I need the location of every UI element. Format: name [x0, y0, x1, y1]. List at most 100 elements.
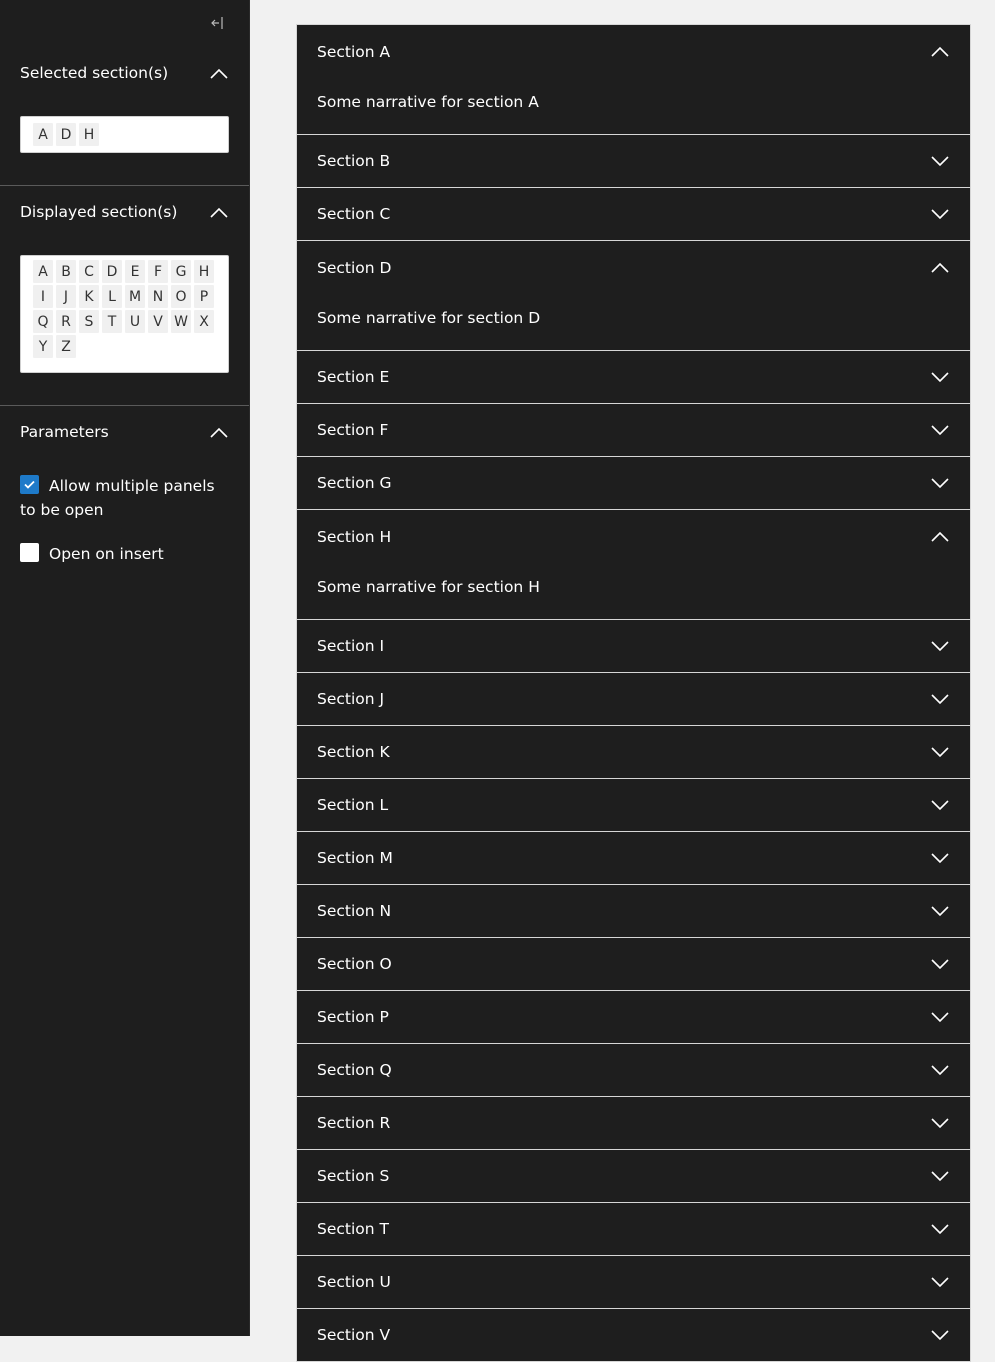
section-tag[interactable]: Z — [56, 335, 76, 358]
section-tag[interactable]: U — [125, 310, 145, 333]
chevron-down-icon — [930, 848, 950, 868]
accordion-panel-header[interactable]: Section U — [297, 1256, 970, 1308]
accordion-panel-header[interactable]: Section L — [297, 779, 970, 831]
section-tag[interactable]: D — [56, 123, 76, 146]
displayed-sections-input[interactable]: ABCDEFGH IJKLMNOP QRSTUVWX YZ — [20, 255, 229, 373]
accordion-panel: Section T — [297, 1203, 970, 1256]
accordion-panel-header[interactable]: Section M — [297, 832, 970, 884]
collapse-left-icon — [210, 15, 224, 34]
accordion-panel-title: Section P — [317, 1008, 389, 1026]
section-tag[interactable]: R — [56, 310, 76, 333]
accordion-panel: Section C — [297, 188, 970, 241]
section-tag[interactable]: E — [125, 260, 145, 283]
sidebar: Selected section(s) ADH Displayed sectio… — [0, 0, 250, 1336]
section-tag[interactable]: V — [148, 310, 168, 333]
section-tag[interactable]: K — [79, 285, 99, 308]
accordion-panel-header[interactable]: Section T — [297, 1203, 970, 1255]
accordion-panel-header[interactable]: Section I — [297, 620, 970, 672]
accordion-panel-title: Section Q — [317, 1061, 392, 1079]
open-on-insert-checkbox[interactable] — [20, 543, 39, 562]
accordion-panel-header[interactable]: Section H — [297, 510, 970, 563]
accordion-panel-header[interactable]: Section O — [297, 938, 970, 990]
accordion-panel: Section P — [297, 991, 970, 1044]
section-tag[interactable]: G — [171, 260, 191, 283]
section-tag[interactable]: A — [33, 123, 53, 146]
section-tag[interactable]: J — [56, 285, 76, 308]
accordion-panel-header[interactable]: Section P — [297, 991, 970, 1043]
collapse-sidebar-button[interactable] — [207, 14, 227, 34]
accordion-panel: Section K — [297, 726, 970, 779]
chevron-up-icon — [930, 258, 950, 278]
accordion-panel-header[interactable]: Section J — [297, 673, 970, 725]
section-tag[interactable]: M — [125, 285, 145, 308]
section-tag[interactable]: X — [194, 310, 214, 333]
accordion-panel-header[interactable]: Section N — [297, 885, 970, 937]
open-on-insert-checkbox-row[interactable]: Open on insert — [20, 542, 232, 566]
section-tag[interactable]: Q — [33, 310, 53, 333]
accordion-panel-header[interactable]: Section K — [297, 726, 970, 778]
accordion-panel-header[interactable]: Section R — [297, 1097, 970, 1149]
accordion-panel-title: Section G — [317, 474, 392, 492]
chevron-down-icon — [930, 1113, 950, 1133]
accordion-panel-title: Section D — [317, 258, 392, 277]
accordion-panel: Section E — [297, 351, 970, 404]
selected-sections-input[interactable]: ADH — [20, 116, 229, 153]
displayed-sections-header[interactable]: Displayed section(s) — [0, 198, 249, 226]
section-tag[interactable]: P — [194, 285, 214, 308]
section-tag[interactable]: C — [79, 260, 99, 283]
accordion-panel: Section Q — [297, 1044, 970, 1097]
accordion-panel-title: Section U — [317, 1273, 391, 1291]
section-tag[interactable]: A — [33, 260, 53, 283]
accordion-panel-header[interactable]: Section V — [297, 1309, 970, 1361]
chevron-down-icon — [930, 901, 950, 921]
accordion-panel-header[interactable]: Section C — [297, 188, 970, 240]
allow-multiple-checkbox[interactable] — [20, 475, 39, 494]
accordion-panel-header[interactable]: Section G — [297, 457, 970, 509]
section-tag[interactable]: I — [33, 285, 53, 308]
accordion-panel-title: Section J — [317, 690, 385, 708]
accordion-panel: Section I — [297, 620, 970, 673]
accordion-panel-title: Section M — [317, 849, 393, 867]
accordion-panel-title: Section A — [317, 42, 391, 61]
accordion-panel-title: Section O — [317, 955, 392, 973]
accordion-panel: Section H Some narrative for section H — [297, 510, 970, 620]
section-tag[interactable]: S — [79, 310, 99, 333]
section-tag[interactable]: D — [102, 260, 122, 283]
chevron-up-icon — [209, 422, 229, 442]
section-tag[interactable]: F — [148, 260, 168, 283]
chevron-up-icon — [930, 42, 950, 62]
accordion-panel-title: Section E — [317, 368, 390, 386]
accordion-panel-header[interactable]: Section F — [297, 404, 970, 456]
accordion-panel-title: Section H — [317, 527, 392, 546]
section-tag[interactable]: L — [102, 285, 122, 308]
accordion-panel-header[interactable]: Section D — [297, 241, 970, 294]
accordion-panel: Section B — [297, 135, 970, 188]
section-tag[interactable]: W — [171, 310, 191, 333]
allow-multiple-checkbox-row[interactable]: Allow multiple panels to be open — [20, 474, 232, 522]
accordion-panel-header[interactable]: Section Q — [297, 1044, 970, 1096]
chevron-down-icon — [930, 420, 950, 440]
selected-sections-title: Selected section(s) — [20, 64, 169, 82]
section-tag[interactable]: B — [56, 260, 76, 283]
accordion-panel-header[interactable]: Section B — [297, 135, 970, 187]
accordion-panel-header[interactable]: Section E — [297, 351, 970, 403]
chevron-down-icon — [930, 367, 950, 387]
section-tag[interactable]: H — [194, 260, 214, 283]
accordion-panel: Section L — [297, 779, 970, 832]
accordion-panel: Section R — [297, 1097, 970, 1150]
accordion-panel-header[interactable]: Section S — [297, 1150, 970, 1202]
displayed-sections-title: Displayed section(s) — [20, 203, 178, 221]
chevron-down-icon — [930, 204, 950, 224]
selected-sections-header[interactable]: Selected section(s) — [0, 59, 249, 87]
displayed-sections-group: Displayed section(s) ABCDEFGH IJKLMNOP QRS… — [0, 185, 249, 405]
section-tag[interactable]: T — [102, 310, 122, 333]
accordion: Section A Some narrative for section A Sec… — [296, 24, 971, 1362]
section-tag[interactable]: N — [148, 285, 168, 308]
allow-multiple-label: Allow multiple panels to be open — [20, 477, 215, 519]
section-tag[interactable]: H — [79, 123, 99, 146]
accordion-panel-header[interactable]: Section A — [297, 25, 970, 78]
section-tag[interactable]: Y — [33, 335, 53, 358]
open-on-insert-label: Open on insert — [49, 545, 164, 563]
parameters-header[interactable]: Parameters — [0, 418, 249, 446]
section-tag[interactable]: O — [171, 285, 191, 308]
